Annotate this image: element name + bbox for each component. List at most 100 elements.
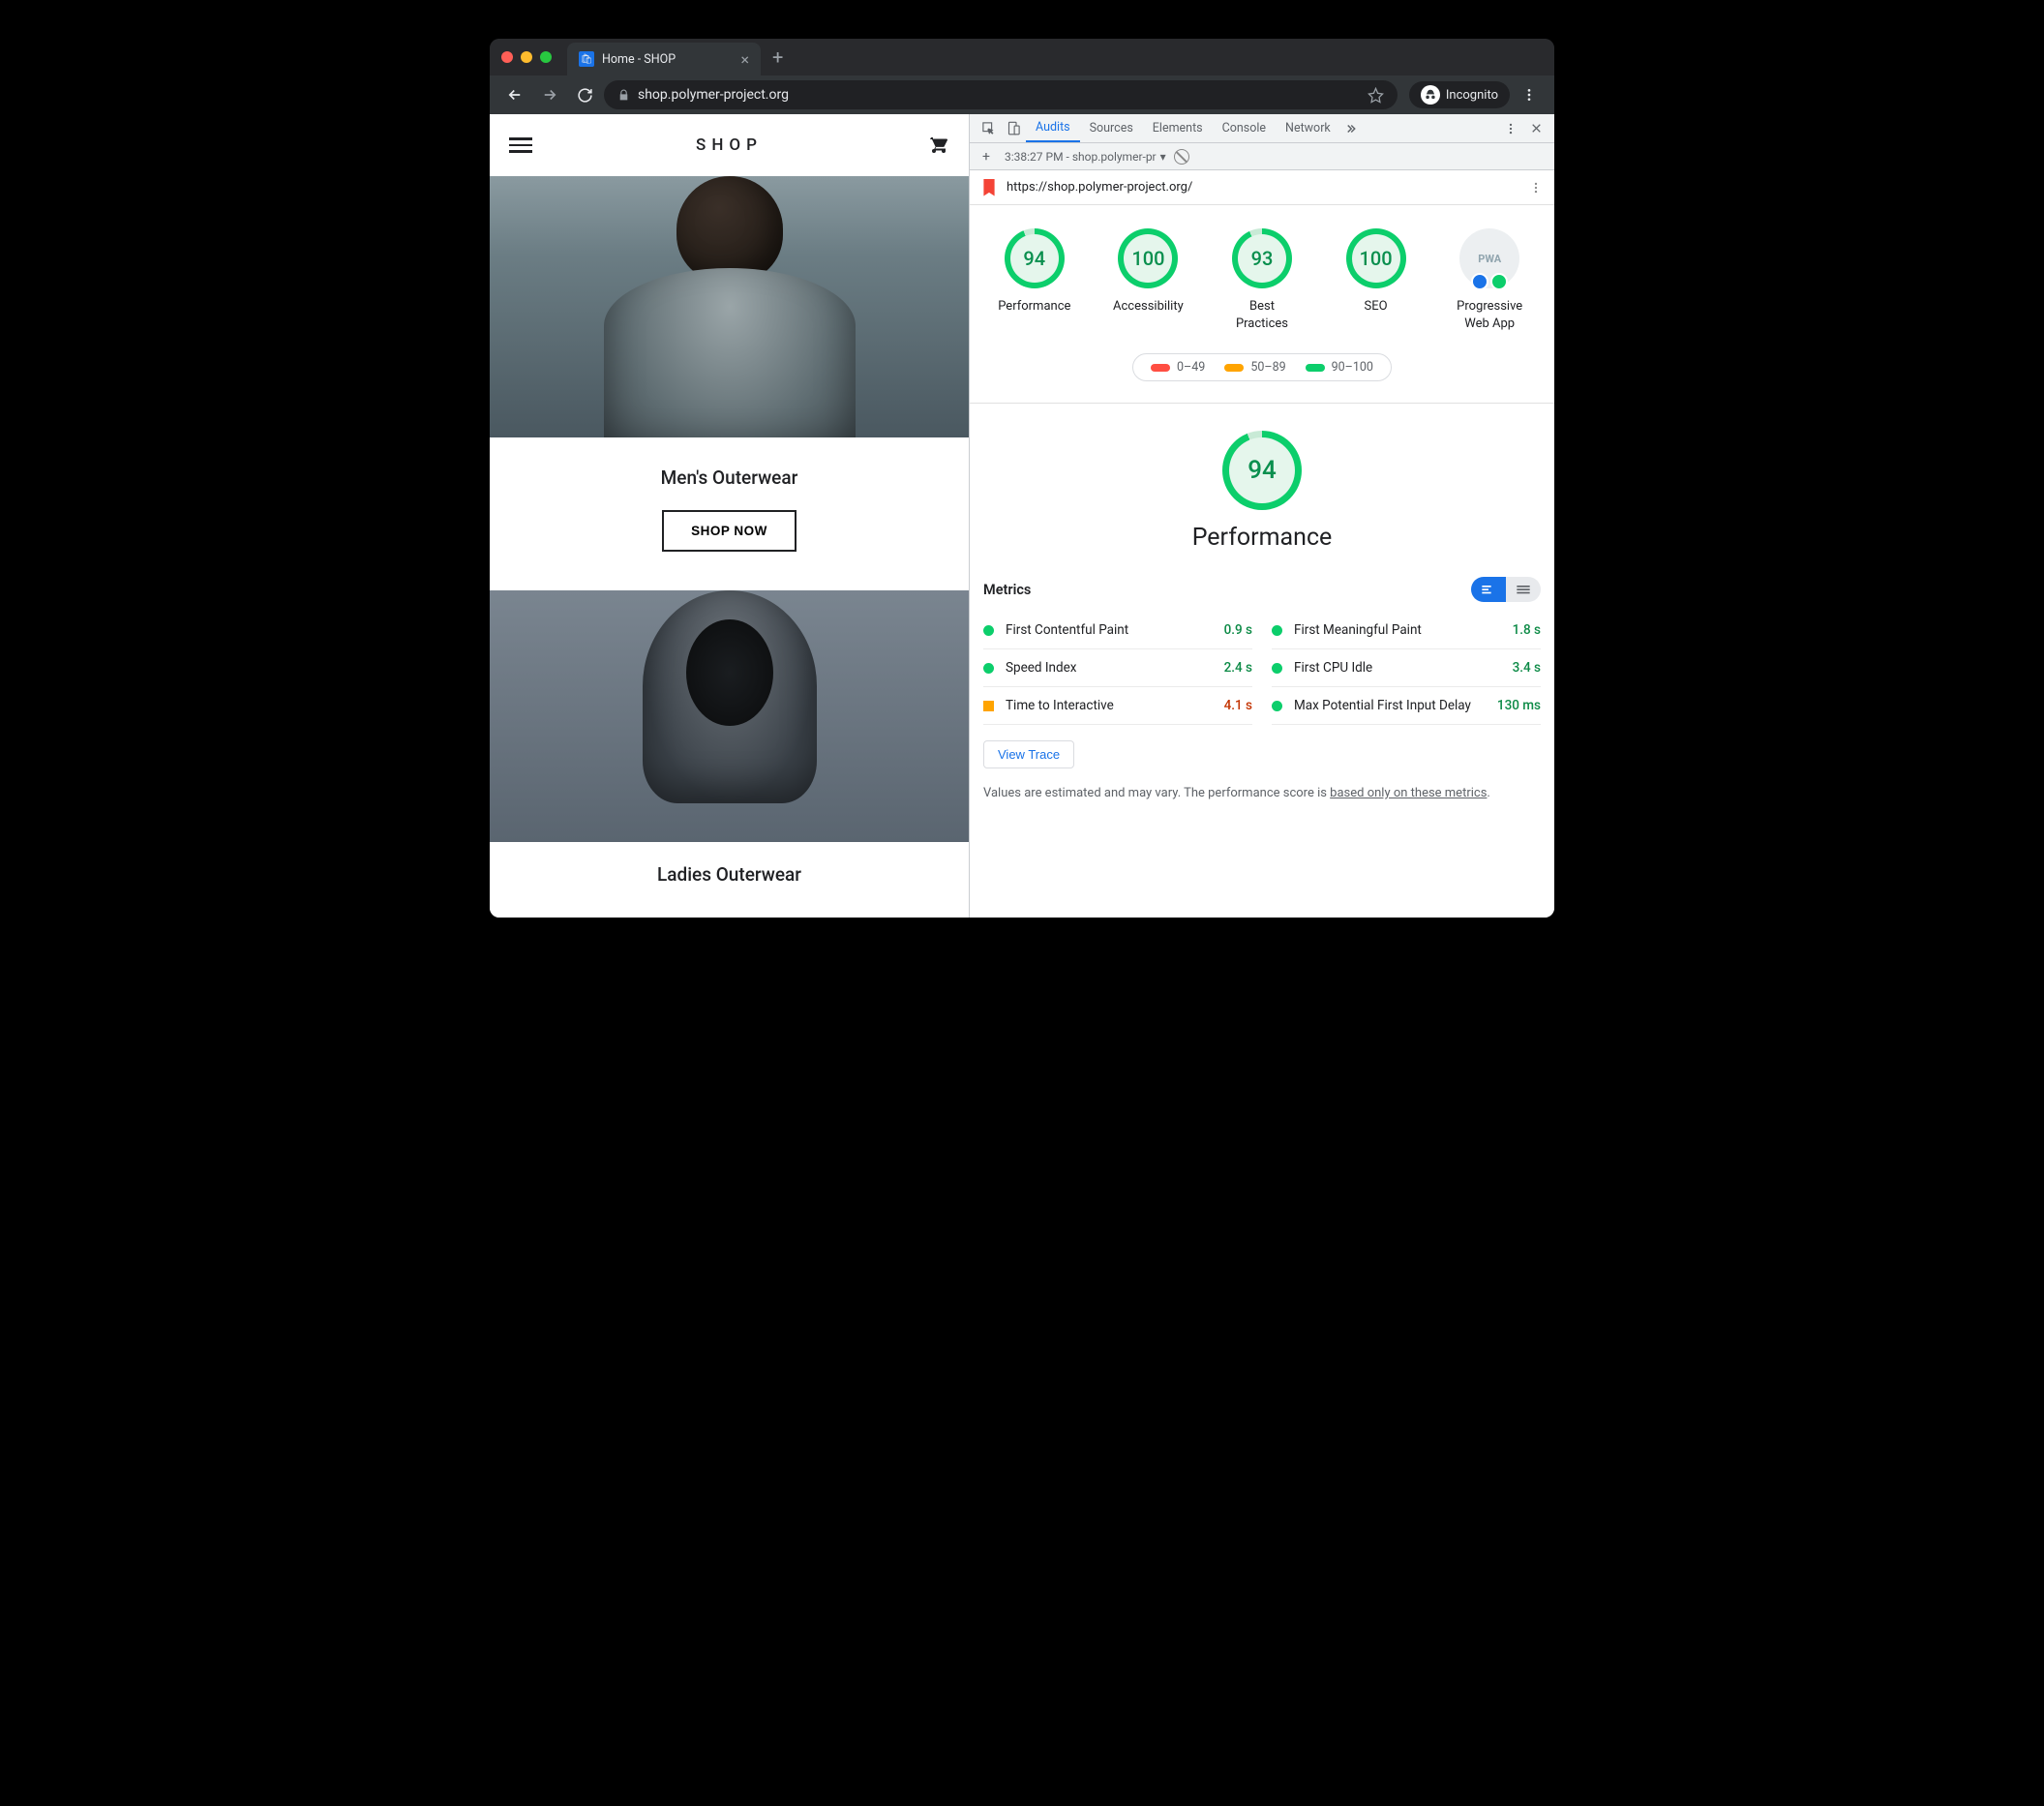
metric-fmp[interactable]: First Meaningful Paint 1.8 s <box>1272 612 1541 649</box>
note-prefix: Values are estimated and may vary. The p… <box>983 786 1330 800</box>
metric-status-icon <box>1272 701 1282 711</box>
category-title: Ladies Outerwear <box>490 863 969 886</box>
audit-run-selector[interactable]: 3:38:27 PM - shop.polymer-pr ▾ <box>1005 150 1166 164</box>
metric-name: Speed Index <box>1006 660 1224 676</box>
new-audit-button[interactable]: + <box>976 149 997 165</box>
legend-dot-pass-icon <box>1306 364 1325 372</box>
category-block-mens: Men's Outerwear SHOP NOW <box>490 437 969 590</box>
legend-avg: 50–89 <box>1250 360 1285 375</box>
gauge-accessibility[interactable]: 100 Accessibility <box>1099 228 1196 332</box>
gauge-pwa[interactable]: PWA Progressive Web App <box>1441 228 1538 332</box>
tab-audits[interactable]: Audits <box>1026 114 1080 142</box>
clear-audits-icon[interactable] <box>1174 149 1189 165</box>
pwa-badge-text: PWA <box>1478 253 1501 265</box>
metric-status-icon <box>983 625 994 636</box>
gauge-score: 100 <box>1124 234 1172 283</box>
metric-fci[interactable]: First CPU Idle 3.4 s <box>1272 649 1541 687</box>
devtools-menu-icon[interactable] <box>1498 116 1523 141</box>
address-bar[interactable]: shop.polymer-project.org <box>604 80 1398 109</box>
forward-button[interactable] <box>534 79 565 110</box>
metric-fid[interactable]: Max Potential First Input Delay 130 ms <box>1272 687 1541 725</box>
metric-value: 3.4 s <box>1513 660 1541 676</box>
gauge-performance[interactable]: 94 Performance <box>986 228 1083 332</box>
cart-icon[interactable] <box>926 134 949 157</box>
reload-button[interactable] <box>569 79 600 110</box>
content-area: SHOP Men's Outerwear SHOP NOW Ladies Out… <box>490 114 1554 918</box>
performance-title: Performance <box>970 524 1554 552</box>
minimize-window-button[interactable] <box>521 51 532 63</box>
browser-menu-button[interactable] <box>1514 79 1545 110</box>
audit-url: https://shop.polymer-project.org/ <box>1007 180 1192 195</box>
browser-window: 🛍 Home - SHOP × + shop.polymer-project.o… <box>490 39 1554 918</box>
toolbar: shop.polymer-project.org Incognito <box>490 75 1554 114</box>
metric-status-icon <box>1272 625 1282 636</box>
performance-score: 94 <box>1229 437 1295 503</box>
metric-si[interactable]: Speed Index 2.4 s <box>983 649 1252 687</box>
note-suffix: . <box>1487 786 1489 800</box>
audits-toolbar: + 3:38:27 PM - shop.polymer-pr ▾ <box>970 143 1554 170</box>
tab-sources[interactable]: Sources <box>1080 114 1143 142</box>
audit-report-body[interactable]: 94 Performance Metrics <box>970 403 1554 918</box>
metric-value: 0.9 s <box>1224 622 1252 638</box>
maximize-window-button[interactable] <box>540 51 552 63</box>
devtools-panel: Audits Sources Elements Console Network … <box>969 114 1554 918</box>
legend-dot-fail-icon <box>1151 364 1170 372</box>
performance-section: 94 Performance <box>970 404 1554 569</box>
incognito-label: Incognito <box>1446 88 1498 103</box>
tab-elements[interactable]: Elements <box>1143 114 1213 142</box>
devtools-close-icon[interactable] <box>1523 116 1548 141</box>
note-link[interactable]: based only on these metrics <box>1330 786 1487 800</box>
metric-name: First Meaningful Paint <box>1294 622 1513 638</box>
tab-network[interactable]: Network <box>1276 114 1340 142</box>
metric-name: First CPU Idle <box>1294 660 1513 676</box>
url-text: shop.polymer-project.org <box>638 87 789 103</box>
metrics-heading: Metrics <box>983 582 1031 598</box>
devtools-tab-strip: Audits Sources Elements Console Network <box>970 114 1554 143</box>
more-tabs-icon[interactable] <box>1340 116 1366 141</box>
window-controls <box>501 51 552 63</box>
browser-tab[interactable]: 🛍 Home - SHOP × <box>567 43 761 75</box>
shop-now-button[interactable]: SHOP NOW <box>662 510 797 552</box>
gauge-label: Performance <box>998 298 1070 316</box>
back-button[interactable] <box>499 79 530 110</box>
metrics-disclaimer: Values are estimated and may vary. The p… <box>970 778 1554 821</box>
tab-close-button[interactable]: × <box>740 50 749 69</box>
metrics-view-toggle <box>1471 577 1541 602</box>
tab-title: Home - SHOP <box>602 52 676 67</box>
gauge-label: Progressive Web App <box>1457 298 1522 332</box>
audit-url-row: https://shop.polymer-project.org/ <box>970 170 1554 205</box>
new-tab-button[interactable]: + <box>772 45 783 69</box>
legend-fail: 0–49 <box>1177 360 1205 375</box>
gauge-label: Accessibility <box>1113 298 1184 316</box>
gauge-best-practices[interactable]: 93 Best Practices <box>1214 228 1310 332</box>
tab-favicon-icon: 🛍 <box>579 51 594 67</box>
close-window-button[interactable] <box>501 51 513 63</box>
metric-status-icon <box>983 701 994 711</box>
metrics-grid: First Contentful Paint 0.9 s First Meani… <box>970 612 1554 725</box>
metric-name: First Contentful Paint <box>1006 622 1224 638</box>
category-block-ladies: Ladies Outerwear <box>490 842 969 917</box>
metric-tti[interactable]: Time to Interactive 4.1 s <box>983 687 1252 725</box>
gauge-seo[interactable]: 100 SEO <box>1328 228 1425 332</box>
gauge-score: 93 <box>1238 234 1286 283</box>
hero-image-ladies[interactable] <box>490 590 969 842</box>
inspect-element-icon[interactable] <box>976 116 1001 141</box>
bookmark-star-icon[interactable] <box>1368 87 1384 104</box>
toggle-compact-button[interactable] <box>1471 577 1506 602</box>
incognito-indicator: Incognito <box>1409 81 1510 108</box>
shop-logo[interactable]: SHOP <box>696 135 763 155</box>
menu-icon[interactable] <box>509 134 532 157</box>
metric-fcp[interactable]: First Contentful Paint 0.9 s <box>983 612 1252 649</box>
toggle-expanded-button[interactable] <box>1506 577 1541 602</box>
category-title: Men's Outerwear <box>490 467 969 489</box>
tab-console[interactable]: Console <box>1213 114 1276 142</box>
score-legend: 0–49 50–89 90–100 <box>970 342 1554 403</box>
audit-menu-icon[interactable] <box>1529 181 1543 195</box>
device-toggle-icon[interactable] <box>1001 116 1026 141</box>
titlebar: 🛍 Home - SHOP × + <box>490 39 1554 75</box>
view-trace-button[interactable]: View Trace <box>983 740 1074 768</box>
hero-image-mens[interactable] <box>490 176 969 437</box>
metric-value: 4.1 s <box>1224 698 1252 713</box>
metric-name: Max Potential First Input Delay <box>1294 698 1497 713</box>
performance-gauge: 94 <box>1222 431 1302 510</box>
